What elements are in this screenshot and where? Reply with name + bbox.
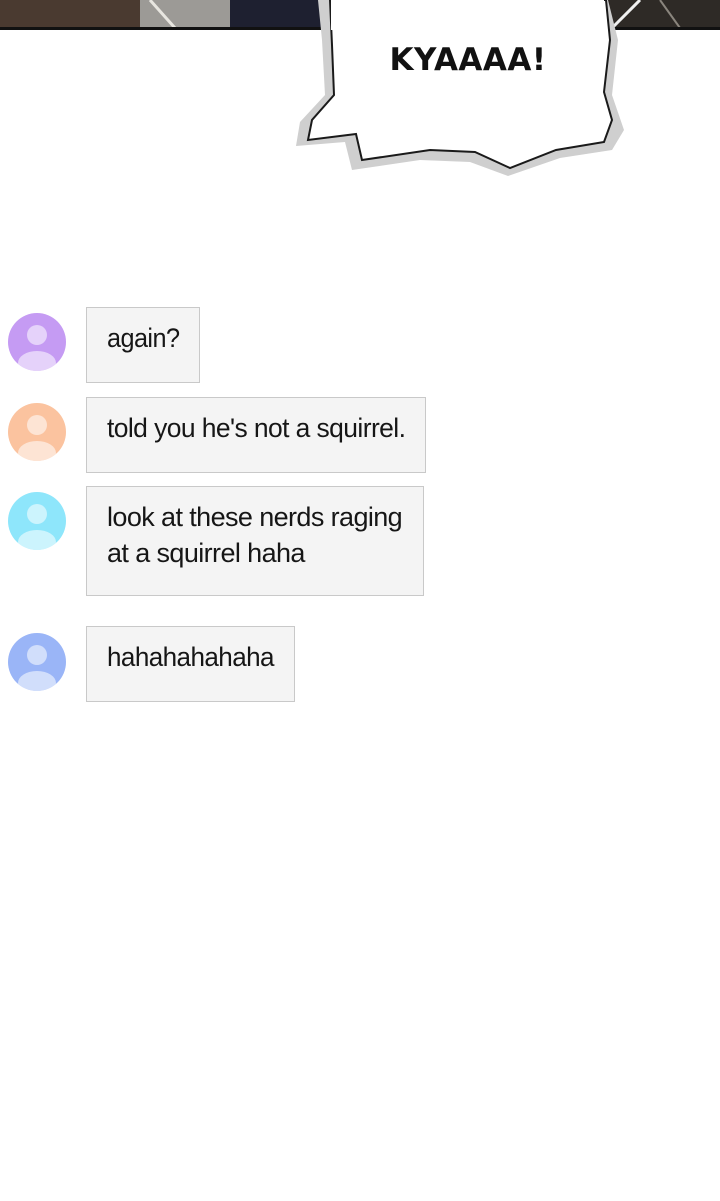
user-silhouette-icon [8, 403, 66, 461]
comment-text: hahahahahaha [107, 642, 275, 672]
avatar [8, 633, 66, 691]
comment-text-line-2: at a squirrel haha [107, 538, 305, 568]
comment-bubble: hahahahahaha [86, 626, 295, 702]
comment-text: told you he's not a squirrel. [107, 413, 406, 443]
user-silhouette-icon [8, 492, 66, 550]
avatar [8, 492, 66, 550]
comment-bubble: again? [86, 307, 200, 383]
comment-text-line-1: look at these nerds raging [107, 502, 403, 532]
avatar [8, 403, 66, 461]
user-silhouette-icon [8, 633, 66, 691]
user-silhouette-icon [8, 313, 66, 371]
comment-bubble: told you he's not a squirrel. [86, 397, 426, 473]
comment-list: again? told you he's not a squirrel. loo… [0, 0, 720, 1201]
comment-text: again? [107, 323, 180, 353]
avatar [8, 313, 66, 371]
comment-bubble: look at these nerds raging at a squirrel… [86, 486, 424, 596]
